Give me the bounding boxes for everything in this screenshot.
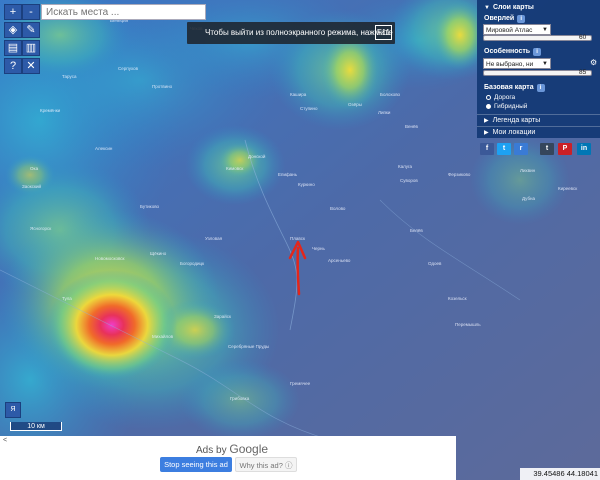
place-label: Алексин <box>95 146 113 151</box>
overlay-label: Оверлей i <box>484 15 526 23</box>
place-label: Заокский <box>22 183 41 189</box>
place-label: Щёкино <box>150 251 167 256</box>
place-label: Чернь <box>312 246 325 251</box>
place-label: Зарайск <box>214 313 231 319</box>
my-locations-row[interactable]: ▶ Мои локации <box>477 126 600 137</box>
search-input[interactable] <box>41 4 206 20</box>
basemap-label: Базовая карта i <box>484 84 545 92</box>
place-label: Богородицк <box>180 261 204 266</box>
place-label: Серпухов <box>118 66 139 71</box>
place-label: Одоев <box>428 261 442 266</box>
place-label: Новомосковск <box>95 256 125 261</box>
red-arrow-annotation <box>296 246 301 296</box>
place-label: Узловая <box>205 236 223 241</box>
place-label: Ока <box>30 166 39 171</box>
ad-label: Ads by Google <box>196 442 269 456</box>
zoom-in-button[interactable]: + <box>4 4 22 20</box>
place-label: Донской <box>248 153 266 159</box>
overlay-opacity-value: 60 <box>579 34 587 41</box>
zoom-out-button[interactable]: - <box>22 4 40 20</box>
place-label: Епифань <box>278 172 298 177</box>
place-label: Таруса <box>62 74 77 79</box>
place-label: Кремёнки <box>40 108 61 113</box>
feature-select[interactable]: Не выбрано, ни ▼ <box>483 58 551 69</box>
info-icon[interactable]: i <box>536 84 545 92</box>
why-this-ad-button[interactable]: Why this ad? ⓘ <box>235 457 297 472</box>
chevron-right-icon: ▶ <box>484 118 489 124</box>
scale-bar: 10 км <box>10 422 62 431</box>
place-label: Грибовка <box>230 396 250 401</box>
feature-opacity-slider[interactable] <box>483 70 592 76</box>
locate-icon[interactable]: ◈ <box>4 22 22 38</box>
legend-row[interactable]: ▶ Легенда карты <box>477 114 600 125</box>
basemap-radio-road[interactable]: Дорога <box>486 94 515 101</box>
linkedin-share-icon[interactable]: in <box>577 143 591 155</box>
tools-icon[interactable]: ✕ <box>22 58 40 74</box>
feature-opacity-value: 85 <box>579 69 587 76</box>
place-label: Кимовск <box>226 166 243 171</box>
overlay-opacity-slider[interactable] <box>483 35 592 41</box>
place-label: Куркино <box>298 182 315 187</box>
place-label: Ясногорск <box>30 226 51 231</box>
ad-back-icon[interactable]: < <box>3 437 7 444</box>
settings-icon[interactable]: ⚙ <box>590 58 597 67</box>
chevron-down-icon: ▼ <box>542 61 548 67</box>
chevron-right-icon: ▶ <box>484 130 489 136</box>
place-label: Дубна <box>522 196 536 201</box>
place-label: Венёв <box>405 124 418 129</box>
google-logo: Google <box>229 442 269 456</box>
my-location-button[interactable]: Я <box>5 402 21 418</box>
coordinates-readout: 39.45486 44.18041 <box>520 468 600 480</box>
layers-panel: ▼ Слои карты Оверлей i Мировой Атлас ▼ 60 О… <box>477 0 600 138</box>
place-label: Болохово <box>380 92 401 97</box>
stop-seeing-ad-button[interactable]: Stop seeing this ad <box>160 457 232 472</box>
place-label: Кашира <box>290 92 307 97</box>
place-label: Козельск <box>448 296 467 301</box>
fullscreen-banner: Чтобы выйти из полноэкранного режима, на… <box>187 22 395 44</box>
reddit-share-icon[interactable]: r <box>514 143 528 155</box>
tumblr-share-icon[interactable]: t <box>540 143 554 155</box>
place-label: Суворов <box>400 178 418 183</box>
help-button[interactable]: ? <box>4 58 22 74</box>
place-label: Протвино <box>152 84 173 89</box>
f11-key: F11 <box>375 25 392 40</box>
ad-banner: < Ads by Google Stop seeing this ad Why … <box>0 436 456 480</box>
place-label: Волово <box>330 206 346 211</box>
place-label: Перемышль <box>455 322 481 327</box>
place-label: Липки <box>378 110 391 115</box>
pinterest-share-icon[interactable]: P <box>558 143 572 155</box>
chart-icon[interactable]: ▥ <box>22 40 40 56</box>
radio-selected-icon <box>486 103 491 109</box>
place-label: Арсеньево <box>328 258 351 263</box>
basemap-radio-hybrid[interactable]: Гибридный <box>486 103 527 110</box>
place-label: Белёв <box>410 228 423 233</box>
fullscreen-message: Чтобы выйти из полноэкранного режима, на… <box>205 28 393 37</box>
place-label: Бутиково <box>140 204 160 209</box>
place-label: Озёры <box>348 102 362 107</box>
place-label: Тула <box>62 296 72 301</box>
place-label: Лихвин <box>520 168 536 173</box>
ruler-icon[interactable]: ✎ <box>22 22 40 38</box>
facebook-share-icon[interactable]: f <box>480 143 494 155</box>
place-label: Гремячее <box>290 381 311 386</box>
twitter-share-icon[interactable]: t <box>497 143 511 155</box>
info-icon[interactable]: i <box>533 48 542 56</box>
place-label: Плавск <box>290 236 305 241</box>
feature-label: Особенность i <box>484 48 542 56</box>
panel-title[interactable]: ▼ Слои карты <box>484 4 534 11</box>
place-label: Михайлов <box>152 333 174 339</box>
place-label: Киреевск <box>558 186 577 191</box>
place-label: Калуга <box>398 164 413 169</box>
print-icon[interactable]: ▤ <box>4 40 22 56</box>
place-label: Серебряные Пруды <box>228 344 269 349</box>
place-label: Ферзиково <box>448 172 471 177</box>
info-icon[interactable]: i <box>517 15 526 23</box>
radio-icon <box>486 94 491 100</box>
place-label: Ступино <box>300 106 318 111</box>
overlay-select[interactable]: Мировой Атлас ▼ <box>483 24 551 35</box>
